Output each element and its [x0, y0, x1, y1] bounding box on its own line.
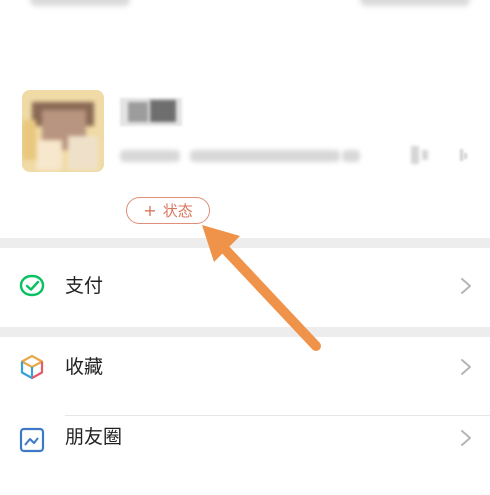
- moments-icon: [19, 427, 45, 453]
- menu-item-label: 朋友圈: [65, 426, 123, 448]
- add-status-button[interactable]: + 状态: [126, 197, 210, 224]
- status-bar-left-blur: [30, 0, 130, 6]
- menu-item-label: 收藏: [65, 356, 104, 378]
- avatar[interactable]: [22, 90, 104, 172]
- pay-icon: [19, 274, 45, 297]
- status-button-label: 状态: [162, 202, 193, 220]
- menu-item-moments[interactable]: 朋友圈: [0, 416, 490, 495]
- chevron-right-icon: [461, 359, 471, 375]
- plus-icon: +: [143, 200, 157, 220]
- qr-code-icon[interactable]: [411, 146, 431, 164]
- profile-header[interactable]: + 状态: [0, 60, 490, 238]
- chevron-right-icon: [461, 430, 471, 446]
- favorites-cube-icon: [20, 354, 44, 380]
- menu-item-pay[interactable]: 支付: [0, 248, 490, 327]
- nickname-mosaic: [120, 98, 182, 126]
- section-separator: [0, 238, 490, 248]
- status-bar: [0, 0, 490, 14]
- section-separator: [0, 327, 490, 337]
- chevron-right-icon[interactable]: [455, 148, 469, 162]
- menu-item-label: 支付: [65, 275, 104, 297]
- chevron-right-icon: [461, 278, 471, 294]
- status-bar-right-blur: [360, 0, 470, 6]
- menu-item-favorites[interactable]: 收藏: [0, 337, 490, 416]
